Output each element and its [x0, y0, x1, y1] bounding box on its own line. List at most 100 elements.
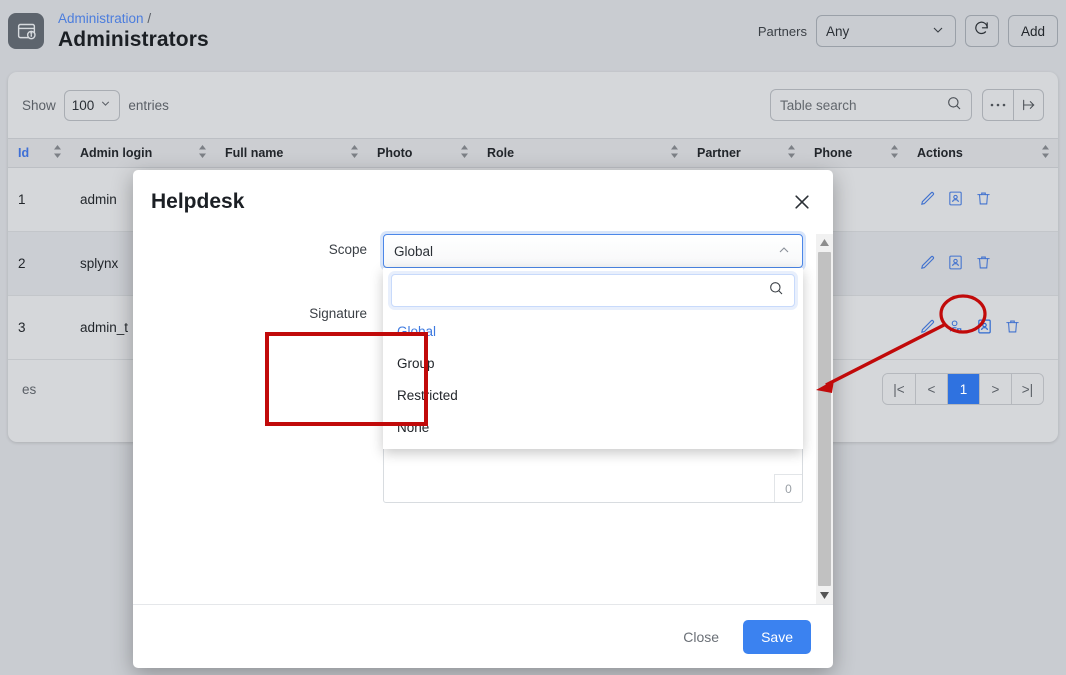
pagination-next[interactable]: > — [979, 374, 1011, 404]
dropdown-search-input[interactable] — [402, 283, 768, 298]
page-title: Administrators — [58, 27, 209, 51]
column-header-id[interactable]: Id — [8, 138, 70, 168]
pagination-last[interactable]: >| — [1011, 374, 1043, 404]
arrow-to-right-icon[interactable] — [1013, 90, 1043, 120]
column-label: Id — [18, 146, 30, 160]
add-button[interactable]: Add — [1007, 15, 1058, 47]
delete-icon[interactable] — [975, 190, 992, 210]
sort-icon[interactable] — [890, 145, 899, 161]
cell-actions — [907, 231, 1058, 296]
modal-header: Helpdesk — [133, 170, 833, 234]
row-action-icons — [917, 254, 1058, 274]
breadcrumb-separator: / — [147, 10, 152, 26]
column-label: Role — [487, 146, 515, 160]
helpdesk-modal: Helpdesk Scope Global Global Group Restr… — [133, 170, 833, 668]
delete-icon[interactable] — [975, 254, 992, 274]
row-action-icons — [917, 190, 1058, 210]
cell-actions — [907, 167, 1058, 232]
pagination-first[interactable]: |< — [883, 374, 915, 404]
card-account-icon[interactable] — [947, 254, 964, 274]
partners-select-value: Any — [825, 23, 850, 39]
dropdown-search[interactable] — [391, 274, 795, 307]
user-add-icon[interactable] — [947, 318, 965, 338]
modal-title: Helpdesk — [151, 190, 245, 213]
column-header-phone[interactable]: Phone — [804, 138, 907, 168]
dropdown-option-restricted[interactable]: Restricted — [383, 379, 803, 411]
modal-scrollbar[interactable] — [816, 234, 833, 604]
scroll-up-arrow-icon[interactable] — [816, 234, 833, 251]
signature-label: Signature — [309, 306, 367, 321]
sort-icon[interactable] — [670, 145, 679, 161]
footer-info: es — [22, 381, 37, 397]
scope-select[interactable]: Global — [383, 234, 803, 268]
dropdown-option-global[interactable]: Global — [383, 315, 803, 347]
breadcrumb-link-administration[interactable]: Administration — [58, 11, 144, 26]
toolbar-right — [770, 89, 1044, 121]
column-label: Photo — [377, 146, 413, 160]
refresh-icon — [973, 20, 990, 42]
card-account-icon[interactable] — [947, 190, 964, 210]
refresh-button[interactable] — [964, 15, 999, 47]
table-search[interactable] — [770, 89, 972, 121]
close-button[interactable]: Close — [673, 621, 729, 653]
column-label: Phone — [814, 146, 853, 160]
sort-icon[interactable] — [198, 145, 207, 161]
cell-id: 3 — [8, 295, 70, 360]
table-header-row: Id Admin login Full name Photo Role Part… — [8, 138, 1058, 168]
edit-icon[interactable] — [919, 190, 936, 210]
search-input[interactable] — [780, 97, 946, 113]
show-label: Show — [22, 97, 56, 113]
sort-icon[interactable] — [460, 145, 469, 161]
sort-icon[interactable] — [350, 145, 359, 161]
dropdown-option-none[interactable]: None — [383, 411, 803, 443]
dropdown-option-group[interactable]: Group — [383, 347, 803, 379]
row-action-icons — [917, 318, 1058, 338]
card-account-icon[interactable] — [976, 318, 993, 338]
sort-icon[interactable] — [1041, 145, 1050, 161]
delete-icon[interactable] — [1004, 318, 1021, 338]
cell-id: 1 — [8, 167, 70, 232]
partners-label: Partners — [757, 23, 807, 39]
sort-icon[interactable] — [53, 145, 62, 161]
scope-dropdown: Global Group Restricted None — [383, 268, 803, 449]
column-label: Full name — [225, 146, 284, 160]
chevron-down-icon — [930, 22, 946, 41]
header-titles: Administration / Administrators — [58, 10, 209, 53]
modal-footer: Close Save — [133, 604, 833, 668]
scope-field-row: Scope Global Global Group Restricted Non… — [133, 234, 833, 449]
pagination: |< < 1 > >| — [882, 373, 1044, 405]
scroll-down-arrow-icon[interactable] — [816, 587, 833, 604]
column-header-full-name[interactable]: Full name — [215, 138, 367, 168]
column-header-role[interactable]: Role — [477, 138, 687, 168]
column-label: Actions — [917, 146, 963, 160]
card-info-icon — [8, 13, 44, 49]
edit-icon[interactable] — [919, 318, 936, 338]
entries-select-value: 100 — [71, 97, 95, 113]
table-toolbar: Show 100 entries — [8, 72, 1058, 138]
breadcrumb: Administration / — [58, 10, 209, 27]
column-header-actions[interactable]: Actions — [907, 138, 1058, 168]
save-button[interactable]: Save — [743, 619, 811, 654]
close-icon[interactable] — [789, 189, 815, 215]
header-actions: Partners Any Add — [758, 15, 1058, 47]
ellipsis-icon[interactable] — [983, 90, 1013, 120]
chevron-up-icon — [776, 242, 792, 261]
search-icon — [768, 280, 784, 301]
column-header-partner[interactable]: Partner — [687, 138, 804, 168]
pagination-prev[interactable]: < — [915, 374, 947, 404]
table-tools-group — [982, 89, 1044, 121]
edit-icon[interactable] — [919, 254, 936, 274]
column-header-photo[interactable]: Photo — [367, 138, 477, 168]
signature-char-count: 0 — [774, 474, 802, 502]
scope-select-value: Global — [394, 243, 434, 259]
sort-icon[interactable] — [787, 145, 796, 161]
entries-select[interactable]: 100 — [63, 89, 121, 121]
chevron-down-icon — [99, 97, 112, 113]
pagination-page-1[interactable]: 1 — [947, 374, 979, 404]
scope-label: Scope — [328, 242, 367, 257]
column-header-admin-login[interactable]: Admin login — [70, 138, 215, 168]
search-icon — [946, 95, 962, 116]
scope-control: Global Global Group Restricted None — [383, 234, 803, 449]
scrollbar-thumb[interactable] — [818, 252, 831, 586]
partners-select[interactable]: Any — [815, 15, 956, 47]
